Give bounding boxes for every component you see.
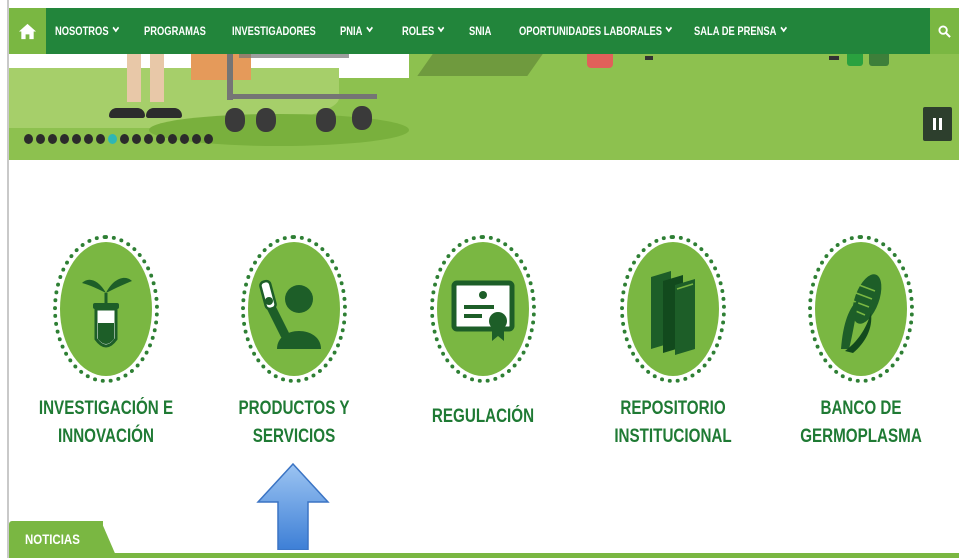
slider-dot[interactable] <box>108 134 117 144</box>
left-border <box>0 0 9 558</box>
search-icon <box>938 24 951 38</box>
test-tube-plant-icon <box>82 277 132 348</box>
slider-dot[interactable] <box>72 134 81 144</box>
top-border <box>0 0 959 8</box>
slider-dots <box>24 134 213 144</box>
chevron-down-icon <box>366 23 373 33</box>
chevron-down-icon <box>437 23 445 33</box>
nav-item-pnia[interactable]: PNIA <box>340 8 373 54</box>
main-navbar: NOSOTROS PROGRAMAS INVESTIGADORES PNIA R… <box>9 8 959 54</box>
services-section: INVESTIGACIÓN E INNOVACIÓN PRODUCTOS Y S… <box>9 160 959 460</box>
slider-dot[interactable] <box>144 134 153 144</box>
certificate-icon <box>451 280 515 341</box>
slider-dot[interactable] <box>156 134 165 144</box>
slider-dot[interactable] <box>168 134 177 144</box>
slider-dot[interactable] <box>132 134 141 144</box>
service-repositorio-institucional[interactable]: REPOSITORIO INSTITUCIONAL <box>573 235 773 451</box>
books-icon <box>651 271 695 355</box>
home-icon <box>18 23 37 39</box>
nav-item-nosotros[interactable]: NOSOTROS <box>55 8 119 54</box>
nav-item-oportunidades-laborales[interactable]: OPORTUNIDADES LABORALES <box>519 8 673 54</box>
slider-dot[interactable] <box>192 134 201 144</box>
news-divider <box>9 553 959 558</box>
slider-dot[interactable] <box>120 134 129 144</box>
service-banco-germoplasma[interactable]: BANCO DE GERMOPLASMA <box>761 235 959 451</box>
slider-dot[interactable] <box>204 134 213 144</box>
hero-slider <box>9 54 959 160</box>
service-investigacion-innovacion[interactable]: INVESTIGACIÓN E INNOVACIÓN <box>6 235 206 451</box>
scientist-icon <box>259 279 321 349</box>
slider-dot[interactable] <box>84 134 93 144</box>
chevron-down-icon <box>665 23 673 33</box>
service-regulacion[interactable]: REGULACIÓN <box>383 235 583 431</box>
slider-dot[interactable] <box>180 134 189 144</box>
slide-person-leg <box>127 54 141 102</box>
nav-item-programas[interactable]: PROGRAMAS <box>144 8 206 54</box>
slider-dot[interactable] <box>60 134 69 144</box>
news-tab-label: NOTICIAS <box>25 531 80 547</box>
up-arrow-icon <box>256 462 330 550</box>
slider-dot[interactable] <box>24 134 33 144</box>
chevron-down-icon <box>112 23 119 33</box>
nav-item-roles[interactable]: ROLES <box>402 8 445 54</box>
nav-item-investigadores[interactable]: INVESTIGADORES <box>232 8 316 54</box>
pause-button[interactable] <box>923 107 952 141</box>
service-productos-servicios[interactable]: PRODUCTOS Y SERVICIOS <box>194 235 394 451</box>
nav-item-snia[interactable]: SNIA <box>469 8 491 54</box>
home-button[interactable] <box>9 8 46 54</box>
slider-dot[interactable] <box>96 134 105 144</box>
slider-dot[interactable] <box>48 134 57 144</box>
search-button[interactable] <box>930 8 959 54</box>
corn-icon <box>841 274 882 353</box>
chevron-down-icon <box>780 23 787 33</box>
nav-item-sala-de-prensa[interactable]: SALA DE PRENSA <box>694 8 787 54</box>
slide-person-leg <box>150 54 164 102</box>
slider-dot[interactable] <box>36 134 45 144</box>
pause-icon <box>933 118 936 130</box>
